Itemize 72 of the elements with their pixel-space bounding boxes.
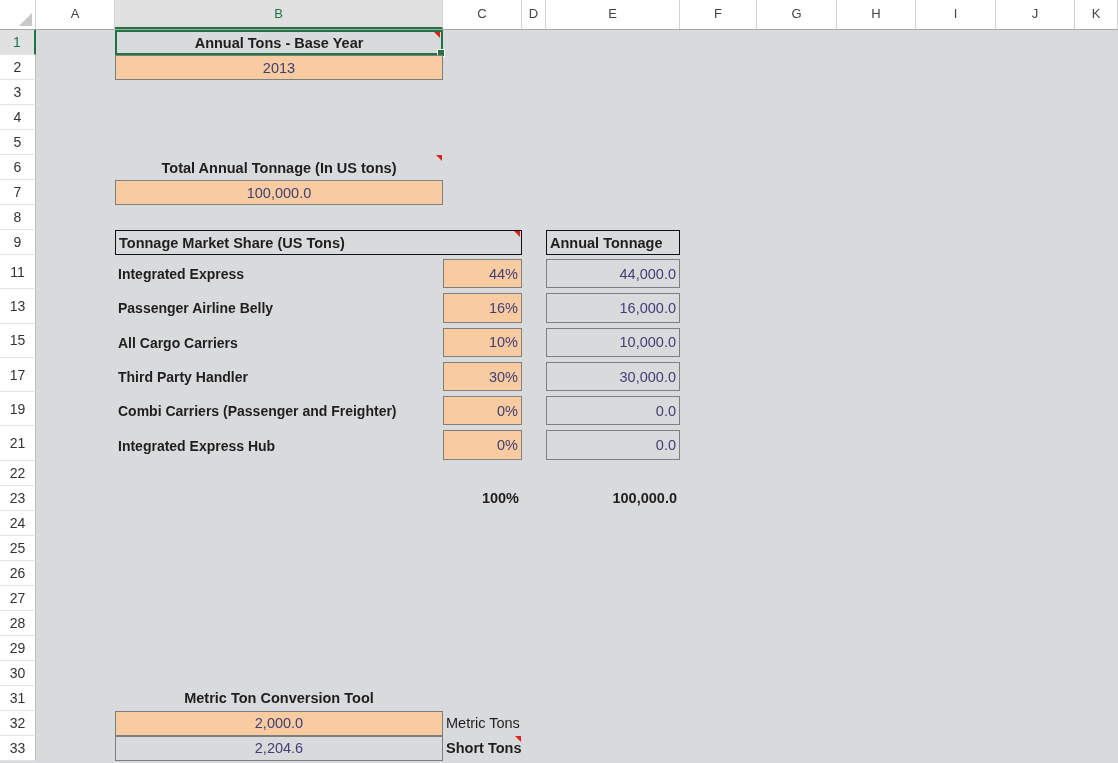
unit-cell[interactable]: Short Tons (443, 735, 522, 761)
row-header[interactable]: 33 (0, 735, 36, 761)
column-header[interactable]: D (522, 0, 546, 29)
row-header[interactable]: 32 (0, 710, 36, 736)
output-cell[interactable]: 30,000.0 (546, 361, 680, 392)
comment-marker-icon (436, 155, 442, 161)
percent-cell[interactable]: 30% (443, 361, 522, 392)
label-cell[interactable]: All Cargo Carriers (115, 323, 443, 358)
output-cell[interactable]: 0.0 (546, 396, 680, 426)
comment-marker-icon (514, 231, 520, 237)
unit-cell[interactable]: Metric Tons (443, 710, 522, 736)
row-header[interactable]: 6 (0, 155, 36, 180)
column-header[interactable]: K (1075, 0, 1118, 29)
row-header[interactable]: 7 (0, 180, 36, 205)
comment-marker-icon (515, 735, 521, 742)
row-header[interactable]: 27 (0, 585, 36, 611)
label-cell[interactable]: Integrated Express Hub (115, 426, 443, 461)
heading-cell[interactable]: Total Annual Tonnage (In US tons) (115, 155, 443, 180)
row-header[interactable]: 15 (0, 323, 36, 358)
total-cell[interactable]: 100% (443, 485, 522, 511)
output-cell[interactable]: 44,000.0 (546, 259, 680, 289)
label-cell[interactable]: Third Party Handler (115, 357, 443, 393)
row-header[interactable]: 22 (0, 460, 36, 486)
row-header[interactable]: 19 (0, 392, 36, 427)
row-header[interactable]: 4 (0, 105, 36, 130)
column-header[interactable]: C (443, 0, 522, 29)
row-header[interactable]: 8 (0, 205, 36, 230)
row-header[interactable]: 13 (0, 289, 36, 324)
input-cell[interactable]: 2013 (115, 55, 443, 80)
column-header[interactable]: E (546, 0, 680, 29)
label-cell[interactable]: Passenger Airline Belly (115, 289, 443, 324)
row-header[interactable]: 26 (0, 560, 36, 586)
row-header[interactable]: 1 (0, 30, 36, 55)
heading-cell[interactable]: Annual Tons - Base Year (115, 30, 443, 55)
row-header[interactable]: 29 (0, 635, 36, 661)
row-header[interactable]: 28 (0, 610, 36, 636)
header-cell[interactable]: Tonnage Market Share (US Tons) (115, 230, 522, 255)
input-cell[interactable]: 100,000.0 (115, 180, 443, 205)
percent-cell[interactable]: 44% (443, 259, 522, 289)
comment-marker-icon (434, 32, 440, 38)
label-cell[interactable]: Combi Carriers (Passenger and Freighter) (115, 392, 443, 427)
percent-cell[interactable]: 0% (443, 396, 522, 426)
label-cell[interactable]: Integrated Express (115, 255, 443, 290)
heading-cell[interactable]: Metric Ton Conversion Tool (115, 685, 443, 711)
column-header[interactable]: H (837, 0, 916, 29)
row-header[interactable]: 3 (0, 80, 36, 105)
row-header[interactable]: 31 (0, 685, 36, 711)
percent-cell[interactable]: 10% (443, 327, 522, 357)
row-header[interactable]: 21 (0, 426, 36, 461)
column-header[interactable]: G (757, 0, 837, 29)
column-header[interactable]: I (916, 0, 996, 29)
input-cell[interactable]: 2,000.0 (115, 710, 443, 736)
header-cell[interactable]: Annual Tonnage (546, 230, 680, 255)
percent-cell[interactable]: 16% (443, 293, 522, 323)
row-header[interactable]: 23 (0, 485, 36, 511)
output-cell[interactable]: 2,204.6 (115, 735, 443, 761)
output-cell[interactable]: 0.0 (546, 430, 680, 460)
row-header[interactable]: 2 (0, 55, 36, 80)
row-header[interactable]: 5 (0, 130, 36, 155)
total-cell[interactable]: 100,000.0 (546, 485, 680, 511)
percent-cell[interactable]: 0% (443, 430, 522, 460)
column-header[interactable]: J (996, 0, 1075, 29)
row-header[interactable]: 17 (0, 357, 36, 393)
output-cell[interactable]: 16,000.0 (546, 293, 680, 323)
row-header[interactable]: 9 (0, 230, 36, 255)
row-header[interactable]: 11 (0, 255, 36, 290)
output-cell[interactable]: 10,000.0 (546, 327, 680, 357)
column-header[interactable]: F (680, 0, 757, 29)
row-header[interactable]: 30 (0, 660, 36, 686)
row-header[interactable]: 25 (0, 535, 36, 561)
column-header[interactable]: B (115, 0, 443, 29)
row-header[interactable]: 24 (0, 510, 36, 536)
